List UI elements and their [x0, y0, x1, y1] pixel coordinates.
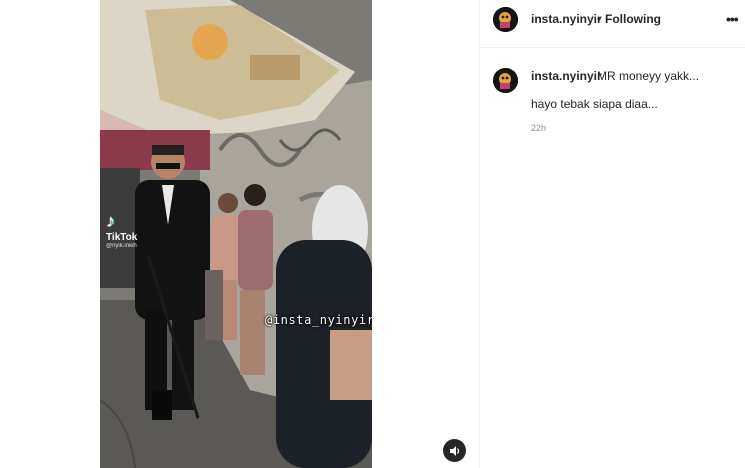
- speaker-icon: [449, 445, 459, 456]
- caption-username-link[interactable]: insta.nyinyir: [531, 69, 602, 83]
- avatar-image: [493, 68, 518, 93]
- post-video[interactable]: ♪ TikTok @nyik.inkih @insta_nyinyir: [100, 0, 372, 468]
- media-pane: ♪ TikTok @nyik.inkih @insta_nyinyir: [0, 0, 479, 468]
- post-header: insta.nyinyir • Following •••: [480, 0, 745, 48]
- sound-toggle-button[interactable]: [443, 439, 466, 462]
- tiktok-brand-label: TikTok: [106, 232, 138, 243]
- avatar[interactable]: [493, 7, 518, 32]
- tiktok-watermark: ♪ TikTok @nyik.inkih: [106, 212, 156, 249]
- following-button[interactable]: Following: [605, 12, 661, 26]
- caption-text-line2: hayo tebak siapa diaa...: [531, 97, 658, 111]
- caption-text: MR moneyy yakk...: [597, 69, 700, 83]
- more-options-icon[interactable]: •••: [726, 11, 739, 27]
- username-link[interactable]: insta.nyinyir: [531, 12, 602, 26]
- tiktok-note-icon: ♪: [106, 211, 115, 231]
- separator-dot: •: [597, 12, 602, 26]
- avatar[interactable]: [493, 68, 518, 93]
- avatar-image: [493, 7, 518, 32]
- post-side-panel: insta.nyinyir • Following ••• insta.nyin…: [479, 0, 745, 468]
- tiktok-handle: @nyik.inkih: [106, 243, 137, 249]
- post-timestamp[interactable]: 22h: [531, 123, 546, 133]
- video-watermark: @insta_nyinyir: [265, 313, 372, 327]
